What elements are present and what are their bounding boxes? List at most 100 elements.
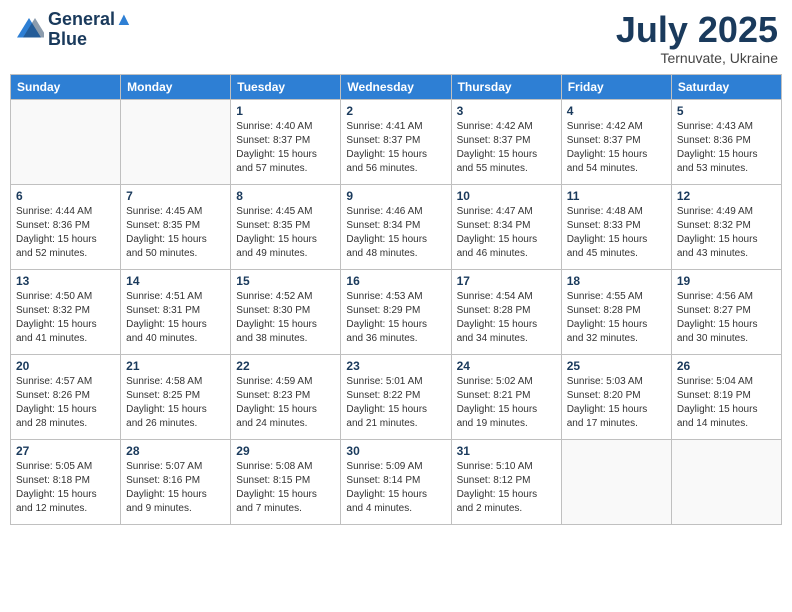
day-detail: Sunrise: 4:53 AMSunset: 8:29 PMDaylight:… bbox=[346, 290, 445, 346]
day-detail: Sunrise: 4:45 AMSunset: 8:35 PMDaylight:… bbox=[126, 205, 225, 261]
calendar-cell: 19 Sunrise: 4:56 AMSunset: 8:27 PMDayligh… bbox=[671, 269, 781, 354]
calendar-week-4: 20Sunrise: 4:57 AMSunset: 8:26 PMDayligh… bbox=[11, 354, 782, 439]
calendar-week-3: 13 Sunrise: 4:50 AMSunset: 8:32 PMDayligh… bbox=[11, 269, 782, 354]
col-header-friday: Friday bbox=[561, 74, 671, 99]
calendar-cell: 22 Sunrise: 4:59 AMSunset: 8:23 PMDayligh… bbox=[231, 354, 341, 439]
month-title: July 2025 bbox=[616, 10, 778, 50]
day-detail: Sunrise: 4:50 AMSunset: 8:32 PMDaylight:… bbox=[16, 290, 115, 346]
calendar-cell bbox=[121, 99, 231, 184]
logo-icon bbox=[14, 15, 44, 45]
day-detail: Sunrise: 4:55 AMSunset: 8:28 PMDaylight:… bbox=[567, 290, 666, 346]
day-detail: Sunrise: 4:40 AMSunset: 8:37 PMDaylight:… bbox=[236, 120, 335, 176]
day-detail: Sunrise: 5:08 AMSunset: 8:15 PMDaylight:… bbox=[236, 460, 335, 516]
calendar-cell: 27 Sunrise: 5:05 AMSunset: 8:18 PMDayligh… bbox=[11, 439, 121, 524]
day-detail: Sunrise: 4:48 AMSunset: 8:33 PMDaylight:… bbox=[567, 205, 666, 261]
calendar-cell: 4Sunrise: 4:42 AMSunset: 8:37 PMDaylight… bbox=[561, 99, 671, 184]
calendar-cell: 18 Sunrise: 4:55 AMSunset: 8:28 PMDayligh… bbox=[561, 269, 671, 354]
calendar-cell: 21 Sunrise: 4:58 AMSunset: 8:25 PMDayligh… bbox=[121, 354, 231, 439]
calendar-week-5: 27 Sunrise: 5:05 AMSunset: 8:18 PMDayligh… bbox=[11, 439, 782, 524]
logo: General▲ Blue bbox=[14, 10, 133, 50]
calendar-cell: 13 Sunrise: 4:50 AMSunset: 8:32 PMDayligh… bbox=[11, 269, 121, 354]
day-number: 14 bbox=[126, 274, 225, 288]
day-detail: Sunrise: 4:56 AMSunset: 8:27 PMDaylight:… bbox=[677, 290, 776, 346]
day-number: 6 bbox=[16, 189, 115, 203]
calendar-cell: 14 Sunrise: 4:51 AMSunset: 8:31 PMDayligh… bbox=[121, 269, 231, 354]
calendar-cell: 6 Sunrise: 4:44 AMSunset: 8:36 PMDaylight… bbox=[11, 184, 121, 269]
calendar-table: SundayMondayTuesdayWednesdayThursdayFrid… bbox=[10, 74, 782, 525]
col-header-tuesday: Tuesday bbox=[231, 74, 341, 99]
day-number: 30 bbox=[346, 444, 445, 458]
day-detail: Sunrise: 4:51 AMSunset: 8:31 PMDaylight:… bbox=[126, 290, 225, 346]
day-number: 22 bbox=[236, 359, 335, 373]
day-detail: Sunrise: 4:44 AMSunset: 8:36 PMDaylight:… bbox=[16, 205, 115, 261]
day-detail: Sunrise: 4:58 AMSunset: 8:25 PMDaylight:… bbox=[126, 375, 225, 431]
day-number: 12 bbox=[677, 189, 776, 203]
day-number: 10 bbox=[457, 189, 556, 203]
day-number: 3 bbox=[457, 104, 556, 118]
calendar-cell: 1 Sunrise: 4:40 AMSunset: 8:37 PMDaylight… bbox=[231, 99, 341, 184]
calendar-cell bbox=[561, 439, 671, 524]
title-block: July 2025 Ternuvate, Ukraine bbox=[616, 10, 778, 66]
day-number: 15 bbox=[236, 274, 335, 288]
day-number: 28 bbox=[126, 444, 225, 458]
day-detail: Sunrise: 5:10 AMSunset: 8:12 PMDaylight:… bbox=[457, 460, 556, 516]
day-detail: Sunrise: 5:05 AMSunset: 8:18 PMDaylight:… bbox=[16, 460, 115, 516]
day-number: 26 bbox=[677, 359, 776, 373]
calendar-cell: 30 Sunrise: 5:09 AMSunset: 8:14 PMDayligh… bbox=[341, 439, 451, 524]
location-subtitle: Ternuvate, Ukraine bbox=[616, 50, 778, 66]
day-detail: Sunrise: 4:52 AMSunset: 8:30 PMDaylight:… bbox=[236, 290, 335, 346]
calendar-cell: 16 Sunrise: 4:53 AMSunset: 8:29 PMDayligh… bbox=[341, 269, 451, 354]
day-detail: Sunrise: 4:42 AMSunset: 8:37 PMDaylight:… bbox=[567, 120, 666, 176]
calendar-cell bbox=[11, 99, 121, 184]
calendar-cell: 15 Sunrise: 4:52 AMSunset: 8:30 PMDayligh… bbox=[231, 269, 341, 354]
day-detail: Sunrise: 4:47 AMSunset: 8:34 PMDaylight:… bbox=[457, 205, 556, 261]
day-number: 31 bbox=[457, 444, 556, 458]
calendar-cell: 2Sunrise: 4:41 AMSunset: 8:37 PMDaylight… bbox=[341, 99, 451, 184]
day-detail: Sunrise: 4:59 AMSunset: 8:23 PMDaylight:… bbox=[236, 375, 335, 431]
calendar-cell: 10 Sunrise: 4:47 AMSunset: 8:34 PMDayligh… bbox=[451, 184, 561, 269]
day-detail: Sunrise: 5:02 AMSunset: 8:21 PMDaylight:… bbox=[457, 375, 556, 431]
day-detail: Sunrise: 4:43 AMSunset: 8:36 PMDaylight:… bbox=[677, 120, 776, 176]
calendar-week-2: 6 Sunrise: 4:44 AMSunset: 8:36 PMDaylight… bbox=[11, 184, 782, 269]
day-number: 16 bbox=[346, 274, 445, 288]
day-detail: Sunrise: 5:09 AMSunset: 8:14 PMDaylight:… bbox=[346, 460, 445, 516]
day-detail: Sunrise: 5:07 AMSunset: 8:16 PMDaylight:… bbox=[126, 460, 225, 516]
calendar-cell: 9 Sunrise: 4:46 AMSunset: 8:34 PMDaylight… bbox=[341, 184, 451, 269]
calendar-cell: 26 Sunrise: 5:04 AMSunset: 8:19 PMDayligh… bbox=[671, 354, 781, 439]
day-number: 17 bbox=[457, 274, 556, 288]
day-number: 29 bbox=[236, 444, 335, 458]
day-number: 1 bbox=[236, 104, 335, 118]
day-number: 9 bbox=[346, 189, 445, 203]
day-number: 25 bbox=[567, 359, 666, 373]
calendar-cell: 17 Sunrise: 4:54 AMSunset: 8:28 PMDayligh… bbox=[451, 269, 561, 354]
day-number: 2 bbox=[346, 104, 445, 118]
col-header-saturday: Saturday bbox=[671, 74, 781, 99]
day-number: 13 bbox=[16, 274, 115, 288]
calendar-cell: 3Sunrise: 4:42 AMSunset: 8:37 PMDaylight… bbox=[451, 99, 561, 184]
day-number: 11 bbox=[567, 189, 666, 203]
day-detail: Sunrise: 5:04 AMSunset: 8:19 PMDaylight:… bbox=[677, 375, 776, 431]
day-number: 8 bbox=[236, 189, 335, 203]
calendar-cell: 8Sunrise: 4:45 AMSunset: 8:35 PMDaylight… bbox=[231, 184, 341, 269]
day-detail: Sunrise: 4:54 AMSunset: 8:28 PMDaylight:… bbox=[457, 290, 556, 346]
calendar-cell: 29 Sunrise: 5:08 AMSunset: 8:15 PMDayligh… bbox=[231, 439, 341, 524]
calendar-cell: 5 Sunrise: 4:43 AMSunset: 8:36 PMDaylight… bbox=[671, 99, 781, 184]
day-number: 21 bbox=[126, 359, 225, 373]
day-number: 20 bbox=[16, 359, 115, 373]
calendar-cell: 12 Sunrise: 4:49 AMSunset: 8:32 PMDayligh… bbox=[671, 184, 781, 269]
day-number: 18 bbox=[567, 274, 666, 288]
day-number: 27 bbox=[16, 444, 115, 458]
logo-text: General▲ Blue bbox=[48, 10, 133, 50]
day-number: 24 bbox=[457, 359, 556, 373]
day-number: 5 bbox=[677, 104, 776, 118]
calendar-cell: 25Sunrise: 5:03 AMSunset: 8:20 PMDayligh… bbox=[561, 354, 671, 439]
calendar-cell: 20Sunrise: 4:57 AMSunset: 8:26 PMDayligh… bbox=[11, 354, 121, 439]
col-header-wednesday: Wednesday bbox=[341, 74, 451, 99]
page-header: General▲ Blue July 2025 Ternuvate, Ukrai… bbox=[10, 10, 782, 66]
col-header-thursday: Thursday bbox=[451, 74, 561, 99]
calendar-cell bbox=[671, 439, 781, 524]
day-detail: Sunrise: 4:49 AMSunset: 8:32 PMDaylight:… bbox=[677, 205, 776, 261]
day-number: 19 bbox=[677, 274, 776, 288]
day-detail: Sunrise: 4:46 AMSunset: 8:34 PMDaylight:… bbox=[346, 205, 445, 261]
col-header-monday: Monday bbox=[121, 74, 231, 99]
